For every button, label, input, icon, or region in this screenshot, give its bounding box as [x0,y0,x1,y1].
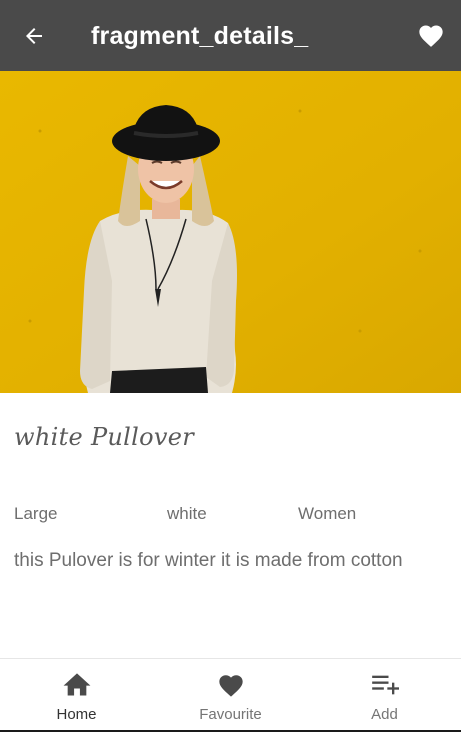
page-title: fragment_details_ [91,22,309,50]
product-color: white [167,504,207,523]
heart-icon [217,672,245,698]
nav-item-add[interactable]: Add [308,659,461,732]
bottom-navigation: Home Favourite Add [0,658,461,732]
product-size: Large [14,504,58,523]
nav-label-add: Add [371,706,398,723]
heart-icon [419,25,443,47]
back-button[interactable] [18,20,50,52]
nav-item-home[interactable]: Home [0,659,153,732]
nav-item-favourite[interactable]: Favourite [154,659,307,732]
playlist-add-icon [371,672,399,698]
nav-label-favourite: Favourite [199,706,262,723]
product-photo [0,71,461,393]
arrow-back-icon [26,28,42,44]
product-image [0,71,461,393]
app-bar: fragment_details_ [0,0,461,71]
home-icon [63,672,91,698]
product-description: this Pulover is for winter it is made fr… [14,550,403,571]
nav-label-home: Home [56,706,97,723]
product-name: white Pullover [14,423,194,451]
favourite-toggle-button[interactable] [415,20,447,52]
product-gender: Women [298,504,357,523]
